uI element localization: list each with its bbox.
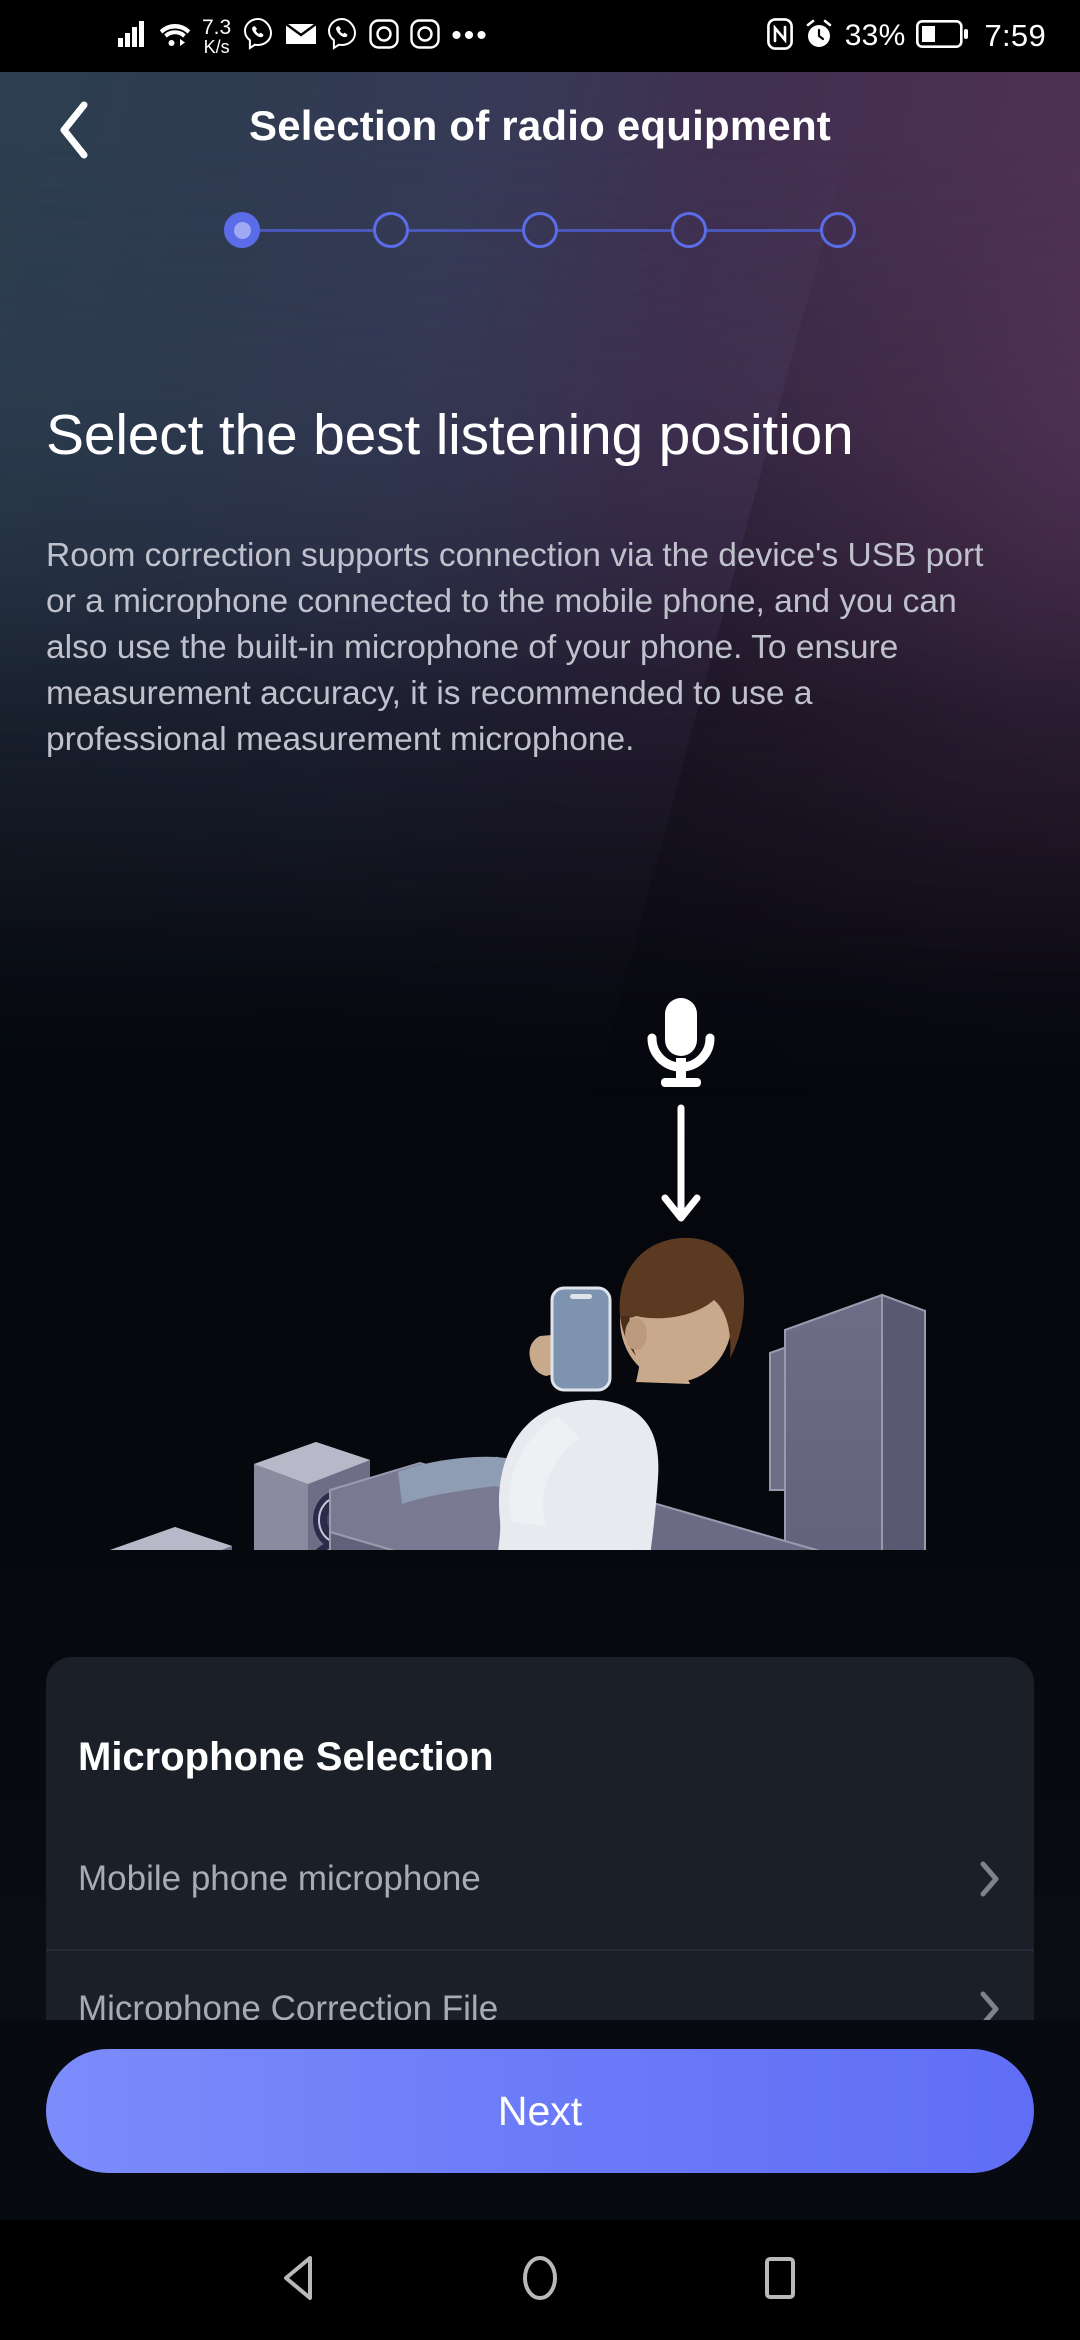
nav-recents-button[interactable]: [660, 2220, 900, 2340]
page-title: Selection of radio equipment: [249, 102, 831, 149]
microphone-icon: [647, 998, 715, 1087]
listening-position-illustration: [0, 930, 1080, 1895]
arrow-down-icon: [661, 1104, 701, 1222]
battery-icon: [916, 19, 969, 53]
step-line-2: [409, 228, 522, 232]
wifi-icon: [159, 21, 191, 52]
square-recents-icon: [759, 2254, 801, 2307]
network-speed-indicator: 7.3 K/s: [202, 15, 232, 57]
card-divider: [46, 1949, 1034, 1951]
bottom-action-bar: Next: [0, 2020, 1080, 2220]
step-progress-indicator: [0, 212, 1080, 248]
email-icon: [285, 22, 317, 51]
next-button[interactable]: Next: [46, 2049, 1034, 2173]
step-dot-2[interactable]: [373, 212, 409, 248]
headline: Select the best listening position: [46, 403, 854, 467]
android-navigation-bar: [0, 2220, 1080, 2340]
step-line-4: [707, 228, 820, 232]
overflow-dots-icon: •••: [451, 19, 489, 52]
status-bar-left: 7.3 K/s •••: [0, 17, 489, 56]
alarm-clock-icon: [804, 18, 834, 55]
app-bar: Selection of radio equipment: [0, 72, 1080, 192]
nav-home-button[interactable]: [420, 2220, 660, 2340]
card-title: Microphone Selection: [78, 1735, 494, 1779]
status-bar-clock: 7:59: [984, 18, 1046, 53]
speaker-on-stand-left: [82, 1527, 245, 1895]
instagram-icon: [369, 18, 399, 54]
step-dot-3[interactable]: [522, 212, 558, 248]
microphone-selection-card: Microphone Selection Mobile phone microp…: [46, 1657, 1034, 2057]
row-mobile-phone-microphone[interactable]: Mobile phone microphone: [46, 1827, 1034, 1931]
step-dot-4[interactable]: [671, 212, 707, 248]
status-bar-right: 33% 7:59: [766, 17, 1080, 55]
step-line-1: [260, 228, 373, 232]
description-paragraph: Room correction supports connection via …: [46, 537, 984, 758]
phone-screen: 7.3 K/s ••• 33% 7:59 Selection of radio …: [0, 0, 1080, 2340]
status-bar: 7.3 K/s ••• 33% 7:59: [0, 0, 1080, 72]
row-label: Mobile phone microphone: [78, 1859, 481, 1898]
chevron-right-icon: [978, 1860, 1000, 1898]
instagram-icon: [410, 18, 440, 54]
step-line-3: [558, 228, 671, 232]
battery-percent-label: 33%: [844, 19, 906, 52]
step-dot-5[interactable]: [820, 212, 856, 248]
triangle-back-icon: [278, 2254, 322, 2307]
nfc-icon: [766, 17, 793, 55]
signal-bars-icon: [118, 20, 148, 52]
viber-icon: [244, 17, 274, 55]
step-dot-1[interactable]: [224, 212, 260, 248]
viber-icon: [328, 17, 358, 55]
circle-home-icon: [516, 2254, 564, 2307]
nav-back-button[interactable]: [180, 2220, 420, 2340]
